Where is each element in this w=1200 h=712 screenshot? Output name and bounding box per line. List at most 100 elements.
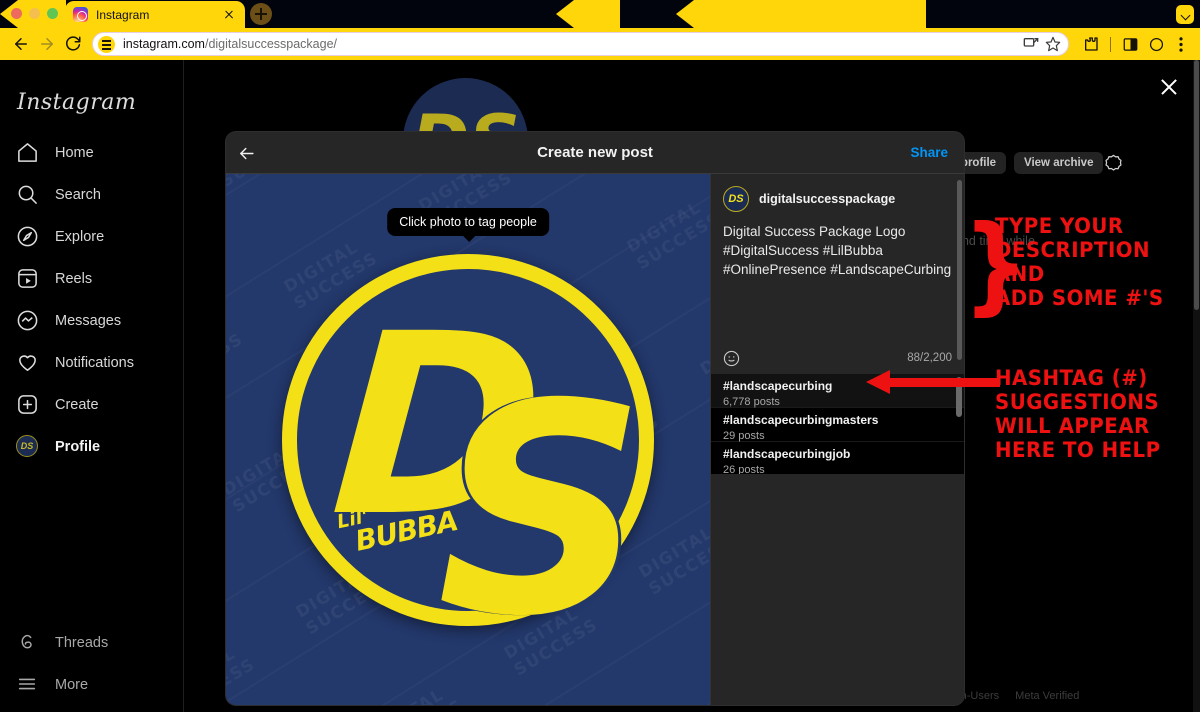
- gear-icon[interactable]: [1105, 154, 1122, 171]
- suggestion-tag: #landscapecurbingjob: [723, 447, 851, 461]
- sidebar-item-messages[interactable]: Messages: [0, 300, 184, 342]
- annotation-note-hashtags: Hashtag (#) suggestions will appear here to…: [995, 366, 1161, 464]
- forward-icon[interactable]: [34, 31, 60, 57]
- sidebar-bottom-nav: Threads More: [0, 622, 184, 706]
- window-minimize-button[interactable]: [29, 8, 40, 19]
- avatar: DS: [16, 435, 38, 457]
- share-button[interactable]: Share: [910, 145, 948, 160]
- url-path: /digitalsuccesspackage/: [204, 37, 338, 51]
- annotation-line: here to help: [995, 438, 1161, 464]
- caption-pane-filler: [711, 474, 964, 705]
- instagram-icon: [73, 7, 88, 22]
- page-scrollbar[interactable]: [1193, 60, 1200, 712]
- annotation-line: suggestions: [995, 390, 1160, 416]
- browser-window: Instagram instagram.com/digitalsuccesspa…: [0, 0, 1200, 712]
- hamburger-icon: [16, 673, 40, 697]
- window-maximize-button[interactable]: [47, 8, 58, 19]
- window-controls[interactable]: [11, 8, 58, 19]
- sidebar-item-create[interactable]: Create: [0, 384, 184, 426]
- chrome-menu-icon[interactable]: [1170, 31, 1194, 57]
- caption-pane: DS digitalsuccesspackage Digital Success…: [710, 174, 964, 705]
- threads-icon: [16, 631, 40, 655]
- sidebar-item-label: Explore: [55, 229, 105, 245]
- back-icon[interactable]: [8, 31, 34, 57]
- tag-people-tooltip: Click photo to tag people: [387, 208, 549, 242]
- instagram-sidebar: Instagram Home Search Explore Reels Mess…: [0, 60, 184, 712]
- modal-title: Create new post: [537, 144, 653, 161]
- avatar: DS: [723, 186, 749, 212]
- page-scrollbar-thumb[interactable]: [1194, 60, 1199, 310]
- sidebar-item-label: Messages: [55, 313, 122, 329]
- sidebar-item-label: Search: [55, 187, 101, 203]
- tab-title: Instagram: [96, 7, 150, 22]
- decoration-chevron: [676, 0, 926, 28]
- toolbar-divider: [1110, 36, 1111, 52]
- annotation-note-description: Type your description and add some #'s: [995, 214, 1184, 312]
- tab-close-icon[interactable]: [221, 7, 237, 23]
- sidebar-item-label: Reels: [55, 271, 93, 287]
- split-view-icon[interactable]: [1118, 31, 1142, 57]
- post-photo[interactable]: DIGITAL SUCCESS DIGITAL SUCCESS DIGITAL …: [226, 174, 710, 705]
- annotation-line: will appear: [995, 414, 1150, 440]
- home-icon: [16, 141, 40, 165]
- sidebar-item-label: Profile: [55, 439, 101, 455]
- reels-icon: [16, 267, 40, 291]
- sidebar-item-reels[interactable]: Reels: [0, 258, 184, 300]
- annotation-line: description and: [995, 238, 1151, 288]
- sidebar-item-label: Home: [55, 145, 94, 161]
- sidebar-item-profile[interactable]: DS Profile: [0, 426, 184, 468]
- sidebar-item-notifications[interactable]: Notifications: [0, 342, 184, 384]
- emoji-smiley-icon[interactable]: [723, 350, 740, 367]
- browser-tab-strip: Instagram: [0, 0, 1200, 28]
- sidebar-item-label: Notifications: [55, 355, 134, 371]
- list-item[interactable]: #landscapecurbingjob 26 posts: [711, 442, 964, 474]
- site-settings-icon[interactable]: [98, 35, 115, 53]
- url-text: instagram.com/digitalsuccesspackage/: [123, 37, 1020, 51]
- red-arrow-shaft: [888, 378, 1000, 387]
- caption-input[interactable]: Digital Success Package Logo #DigitalSuc…: [711, 222, 964, 279]
- list-item[interactable]: #landscapecurbingmasters 29 posts: [711, 408, 964, 442]
- close-icon[interactable]: [1158, 76, 1180, 98]
- annotation-line: Type your: [995, 214, 1124, 239]
- toolbar-right-icons: [1079, 31, 1200, 57]
- caption-username: digitalsuccesspackage: [759, 192, 896, 206]
- cast-icon[interactable]: [1020, 33, 1042, 55]
- char-counter: 88/2,200: [907, 352, 952, 364]
- compass-icon: [16, 225, 40, 249]
- extensions-icon[interactable]: [1079, 31, 1103, 57]
- url-domain: instagram.com: [123, 37, 205, 51]
- modal-body: DIGITAL SUCCESS DIGITAL SUCCESS DIGITAL …: [226, 174, 964, 705]
- instagram-wordmark[interactable]: Instagram: [17, 90, 136, 115]
- window-close-button[interactable]: [11, 8, 22, 19]
- view-archive-button[interactable]: View archive: [1014, 152, 1104, 174]
- modal-header: Create new post Share: [226, 132, 964, 174]
- caption-meta-row: 88/2,200: [711, 342, 964, 374]
- browser-toolbar: instagram.com/digitalsuccesspackage/: [0, 28, 1200, 60]
- sidebar-item-explore[interactable]: Explore: [0, 216, 184, 258]
- sidebar-item-label: Threads: [55, 635, 109, 651]
- sidebar-item-label: Create: [55, 397, 99, 413]
- ds-logo: D S Lil' BUBBA: [282, 253, 654, 656]
- footer-link[interactable]: Meta Verified: [1015, 690, 1079, 702]
- annotation-line: Hashtag (#): [995, 366, 1148, 391]
- browser-tab[interactable]: Instagram: [65, 1, 245, 28]
- new-tab-button[interactable]: [250, 3, 272, 25]
- reload-icon[interactable]: [60, 31, 86, 57]
- search-icon: [16, 183, 40, 207]
- sidebar-item-home[interactable]: Home: [0, 132, 184, 174]
- hashtag-suggestions-list[interactable]: #landscapecurbing 6,778 posts #landscape…: [711, 374, 964, 474]
- annotation-line: add some #'s: [995, 286, 1164, 312]
- messenger-icon: [16, 309, 40, 333]
- avatar-icon: DS: [16, 435, 40, 459]
- sidebar-item-search[interactable]: Search: [0, 174, 184, 216]
- sidebar-item-label: More: [55, 677, 89, 693]
- bookmark-star-icon[interactable]: [1042, 33, 1064, 55]
- create-new-post-modal: Create new post Share DIGITAL SUCCESS DI…: [226, 132, 964, 705]
- caption-scrollbar[interactable]: [957, 180, 962, 360]
- profile-icon[interactable]: [1144, 31, 1168, 57]
- address-bar[interactable]: instagram.com/digitalsuccesspackage/: [92, 32, 1069, 56]
- sidebar-item-threads[interactable]: Threads: [0, 622, 184, 664]
- heart-icon: [16, 351, 40, 375]
- chevron-down-icon[interactable]: [1176, 5, 1194, 24]
- sidebar-item-more[interactable]: More: [0, 664, 184, 706]
